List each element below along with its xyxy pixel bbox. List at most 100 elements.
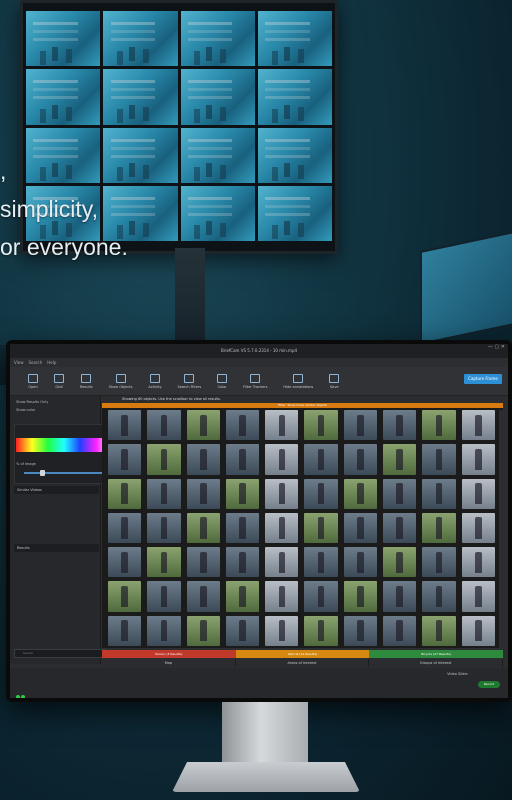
thumbnail[interactable]: [461, 547, 495, 578]
thumbnail[interactable]: [265, 547, 299, 578]
person-results-segment[interactable]: Person (3 Results): [102, 650, 236, 658]
thumbnail[interactable]: [461, 444, 495, 475]
thumbnail[interactable]: [461, 512, 495, 544]
results-scrollbar[interactable]: [499, 410, 503, 648]
thumbnail[interactable]: [343, 444, 378, 475]
thumbnail[interactable]: [343, 581, 378, 612]
thumbnail[interactable]: [147, 444, 181, 475]
thumbnail[interactable]: [343, 615, 378, 646]
color-spectrum[interactable]: [16, 438, 112, 452]
thumbnail[interactable]: [147, 615, 181, 646]
record-button[interactable]: Record: [478, 681, 500, 688]
thumbnail[interactable]: [186, 410, 220, 441]
thumbnail[interactable]: [225, 581, 260, 612]
menu-search[interactable]: Search: [29, 358, 43, 367]
thumbnail[interactable]: [461, 581, 495, 612]
thumbnail[interactable]: [461, 410, 495, 441]
bicycle-results-segment[interactable]: Bicycle (47 Results): [369, 650, 504, 658]
thumbnail[interactable]: [147, 581, 181, 612]
thumbnail[interactable]: [108, 444, 142, 475]
thumbnail[interactable]: [304, 444, 338, 475]
thumbnail[interactable]: [265, 615, 299, 646]
thumbnail[interactable]: [383, 615, 417, 646]
thumbnail[interactable]: [147, 547, 181, 578]
thumbnail[interactable]: [108, 547, 142, 578]
thumbnail[interactable]: [108, 410, 142, 441]
thumbnail[interactable]: [265, 478, 299, 509]
thumbnail[interactable]: [108, 478, 142, 509]
thumbnail[interactable]: [147, 478, 181, 509]
thumbnail[interactable]: [225, 478, 260, 509]
thumbnail[interactable]: [108, 581, 142, 612]
toolbar-show-objects-button[interactable]: Show Objects: [109, 373, 132, 389]
menu-view[interactable]: View: [14, 358, 24, 367]
thumbnail[interactable]: [461, 478, 495, 509]
thumbnail[interactable]: [422, 547, 456, 578]
toolbar-trackers-button[interactable]: Filter Trackers: [243, 373, 267, 389]
vehicle-results-segment[interactable]: Vehicle (12 Results): [235, 650, 370, 658]
thumbnail[interactable]: [383, 547, 417, 578]
thumbnail[interactable]: [265, 581, 299, 612]
thumbnail[interactable]: [186, 615, 220, 646]
toolbar-filters-button[interactable]: Search Filters: [178, 373, 201, 389]
thumbnail[interactable]: [108, 512, 142, 544]
thumbnail[interactable]: [422, 444, 456, 475]
toolbar-results-button[interactable]: Results: [80, 373, 93, 389]
thumbnail[interactable]: [186, 444, 220, 475]
thumbnail[interactable]: [422, 581, 456, 612]
thumbnail[interactable]: [225, 444, 260, 475]
thumbnail[interactable]: [225, 410, 260, 441]
thumbnail[interactable]: [147, 512, 181, 544]
thumbnail[interactable]: [383, 444, 417, 475]
tab-groups-of-interest[interactable]: Groups of Interest: [369, 659, 504, 667]
thumbnail[interactable]: [422, 410, 456, 441]
tab-areas-of-interest[interactable]: Areas of Interest: [236, 659, 370, 667]
thumbnail[interactable]: [265, 410, 299, 441]
thumbnail[interactable]: [304, 478, 338, 509]
thumbnail[interactable]: [343, 478, 378, 509]
thumbnail[interactable]: [186, 547, 220, 578]
toolbar-grid-button[interactable]: Grid: [54, 373, 64, 389]
thumbnail[interactable]: [383, 478, 417, 509]
toolbar-activity-button[interactable]: Activity: [148, 373, 162, 389]
menu-help[interactable]: Help: [47, 358, 56, 367]
capture-frame-button[interactable]: Capture Frame: [464, 374, 502, 384]
thumbnail[interactable]: [304, 512, 338, 544]
similar-videos-section[interactable]: Similar Videos: [14, 486, 99, 494]
thumbnail[interactable]: [383, 512, 417, 544]
thumbnail[interactable]: [265, 444, 299, 475]
thumbnail[interactable]: [225, 512, 260, 544]
window-controls[interactable]: — ▢ ✕: [488, 344, 505, 350]
color-checkbox[interactable]: Show color: [16, 408, 35, 412]
thumbnail[interactable]: [343, 512, 378, 544]
thumbnail[interactable]: [383, 410, 417, 441]
thumbnail[interactable]: [108, 615, 142, 646]
thumbnail[interactable]: [304, 581, 338, 612]
thumbnail[interactable]: [304, 410, 338, 441]
thumbnail[interactable]: [147, 410, 181, 441]
toolbar-annotations-button[interactable]: Hide annotations: [283, 373, 313, 389]
thumbnail[interactable]: [422, 478, 456, 509]
toolbar-save-button[interactable]: Save: [329, 373, 340, 389]
filters-checkbox[interactable]: Show Results Only: [16, 400, 48, 404]
thumbnail[interactable]: [422, 615, 456, 646]
thumbnail[interactable]: [225, 547, 260, 578]
thumbnail[interactable]: [304, 615, 338, 646]
toolbar-color-button[interactable]: Color: [217, 373, 228, 389]
slider-handle[interactable]: [40, 470, 45, 476]
thumbnail[interactable]: [186, 512, 220, 544]
thumbnail[interactable]: [186, 478, 220, 509]
search-input[interactable]: Search: [14, 649, 106, 658]
thumbnail[interactable]: [422, 512, 456, 544]
brightness-slider[interactable]: [24, 472, 112, 474]
thumbnail[interactable]: [186, 581, 220, 612]
results-section[interactable]: Results: [14, 544, 99, 552]
thumbnail[interactable]: [461, 615, 495, 646]
thumbnail[interactable]: [225, 615, 260, 646]
thumbnail[interactable]: [383, 581, 417, 612]
thumbnail[interactable]: [343, 547, 378, 578]
thumbnail[interactable]: [343, 410, 378, 441]
toolbar-open-button[interactable]: Open: [28, 373, 38, 389]
tab-map[interactable]: Map: [102, 659, 236, 667]
thumbnail[interactable]: [304, 547, 338, 578]
